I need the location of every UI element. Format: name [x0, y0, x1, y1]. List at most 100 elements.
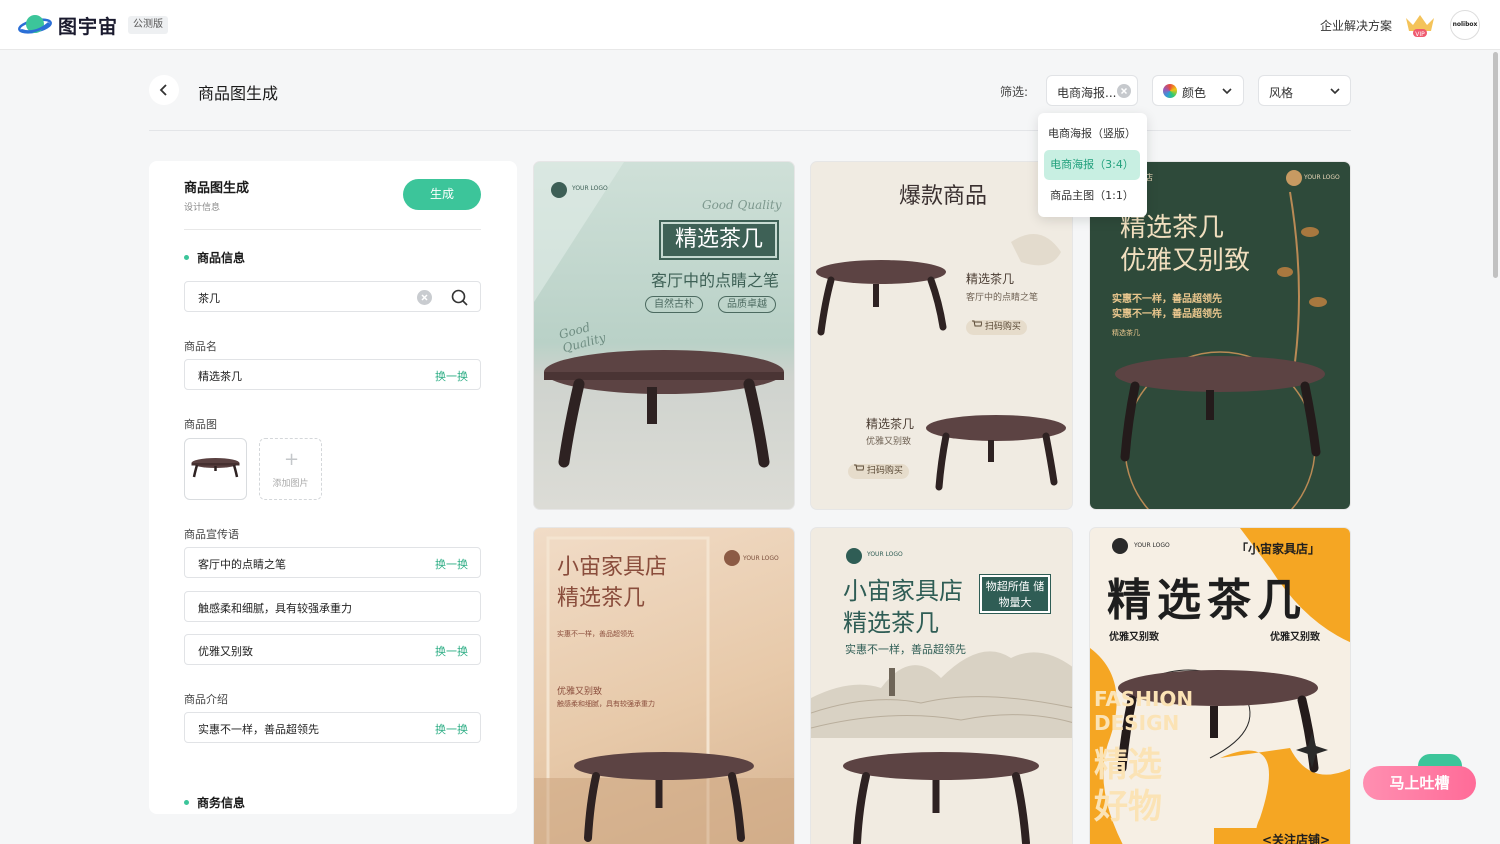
design-info-panel: 商品图生成 设计信息 生成 商品信息 茶几 商品名 精选茶几 换一换 商品图 +… [149, 161, 517, 814]
brand-name[interactable]: 图宇宙 [58, 12, 118, 39]
swap-slogan-1-button[interactable]: 换一换 [435, 556, 468, 572]
poster-1-title-frame: 精选茶几 [659, 220, 779, 260]
product-name-label: 商品名 [184, 340, 217, 353]
logo-icon [846, 548, 862, 564]
panel-divider [184, 229, 481, 230]
chevron-down-icon [1222, 88, 1232, 95]
slogan-label: 商品宣传语 [184, 528, 239, 541]
product-search-value: 茶几 [198, 292, 220, 305]
swap-intro-button[interactable]: 换一换 [435, 721, 468, 737]
poster-2-sub-2: 优雅又别致 [866, 437, 912, 447]
dropdown-option-poster-3-4[interactable]: 电商海报（3:4） [1044, 150, 1140, 180]
planet-logo-icon[interactable] [18, 11, 52, 39]
slogan-value-2: 触感柔和细腻，具有较强承重力 [198, 602, 352, 615]
poster-3-line-2: 优雅又别致 [1120, 246, 1251, 276]
coffee-table-image [191, 458, 240, 478]
poster-6-shop: 「小宙家具店」 [1236, 542, 1321, 556]
poster-5-line-2: 精选茶几 [843, 609, 939, 637]
logo-icon [724, 550, 740, 566]
filter-style-select[interactable]: 风格 [1258, 75, 1351, 106]
poster-6-logo-text: YOUR LOGO [1134, 542, 1170, 549]
vip-badge-text: VIP [1415, 31, 1425, 38]
cart-icon [854, 464, 865, 471]
product-intro-value: 实惠不一样，善品超领先 [198, 723, 319, 736]
slogan-value-3: 优雅又别致 [198, 645, 253, 658]
poster-2-headline: 爆款商品 [899, 184, 988, 209]
poster-card-4[interactable]: YOUR LOGO 小宙家具店 精选茶几 实惠不一样，善品超领先 优雅又别致 触… [533, 527, 795, 844]
filter-color-label: 颜色 [1182, 86, 1207, 100]
enterprise-solutions-link[interactable]: 企业解决方案 [1320, 17, 1392, 34]
poster-6-bg-text-1: FASHION [1094, 687, 1194, 711]
filter-label: 筛选: [1000, 85, 1029, 99]
product-image-label: 商品图 [184, 418, 217, 431]
poster-6-bg-text-2: DESIGN [1094, 711, 1180, 735]
filter-color-select[interactable]: 颜色 [1152, 75, 1244, 106]
page-scrollbar[interactable] [1493, 52, 1498, 278]
poster-3-promo-2: 实惠不一样，善品超领先 [1112, 309, 1222, 320]
page-title: 商品图生成 [198, 84, 279, 103]
product-intro-label: 商品介绍 [184, 693, 228, 706]
clear-filter-icon[interactable] [1117, 84, 1131, 98]
feedback-button[interactable]: 马上吐槽 [1363, 766, 1476, 800]
poster-1-tag-2: 品质卓越 [718, 296, 776, 313]
product-search-input[interactable]: 茶几 [184, 281, 481, 312]
slogan-value-1: 客厅中的点睛之笔 [198, 558, 286, 571]
poster-3-small-text: 精选茶几 [1112, 329, 1140, 337]
beta-badge: 公测版 [128, 16, 168, 34]
logo-icon [551, 182, 567, 198]
vip-crown-icon[interactable]: VIP [1404, 12, 1436, 38]
poster-6-bg-text-4: 好物 [1094, 787, 1162, 827]
poster-4-logo-text: YOUR LOGO [743, 555, 779, 562]
avatar[interactable]: nolibox [1450, 10, 1480, 40]
header-divider [149, 130, 1351, 131]
dropdown-option-poster-vertical[interactable]: 电商海报（竖版） [1044, 119, 1140, 149]
slogan-field-2[interactable]: 触感柔和细腻，具有较强承重力 [184, 591, 481, 622]
section-product-info: 商品信息 [184, 249, 245, 266]
poster-card-2[interactable]: 爆款商品 精选茶几 客厅中的点睛之笔 扫码购买 精选茶几 优雅又别致 扫码购买 [810, 161, 1073, 510]
product-name-value: 精选茶几 [198, 370, 242, 383]
poster-1-title: 精选茶几 [663, 224, 775, 256]
poster-2-buy-2: 扫码购买 [848, 464, 909, 479]
poster-2-name-2: 精选茶几 [866, 417, 915, 431]
swap-name-button[interactable]: 换一换 [435, 368, 468, 384]
logo-icon [1286, 170, 1302, 186]
poster-6-bg-text-3: 精选 [1094, 745, 1162, 785]
poster-6-title: 精选茶几 [1107, 575, 1307, 626]
poster-5-promo: 实惠不一样，善品超领先 [845, 643, 966, 656]
swap-slogan-3-button[interactable]: 换一换 [435, 643, 468, 659]
back-button[interactable] [149, 75, 179, 105]
poster-card-6[interactable]: YOUR LOGO 「小宙家具店」 精选茶几 优雅又别致 优雅又别致 FASHI… [1089, 527, 1351, 844]
poster-card-1[interactable]: YOUR LOGO Good Quality 精选茶几 客厅中的点睛之笔 自然古… [533, 161, 795, 510]
poster-4-line-2: 精选茶几 [557, 586, 646, 611]
poster-6-right-text: 优雅又别致 [1270, 632, 1320, 643]
cart-icon [972, 320, 983, 327]
poster-5-logo-text: YOUR LOGO [867, 551, 903, 558]
poster-2-buy-text-1: 扫码购买 [984, 322, 1021, 332]
clear-search-icon[interactable] [417, 290, 432, 305]
panel-subtitle: 设计信息 [184, 203, 221, 213]
poster-card-5[interactable]: YOUR LOGO 小宙家具店 精选茶几 物超所值 储物量大 实惠不一样，善品超… [810, 527, 1073, 844]
chevron-down-icon [1330, 88, 1340, 95]
filter-type-value: 电商海报... [1057, 86, 1117, 100]
poster-5-line-1: 小宙家具店 [843, 577, 963, 605]
product-intro-field[interactable]: 实惠不一样，善品超领先 换一换 [184, 712, 481, 743]
dropdown-option-main-image-1-1[interactable]: 商品主图（1:1） [1044, 181, 1140, 211]
poster-2-artwork [816, 234, 1066, 491]
search-icon[interactable] [451, 289, 468, 306]
poster-3-logo-text: YOUR LOGO [1304, 174, 1340, 181]
logo-icon [1112, 538, 1128, 554]
add-image-button[interactable]: + 添加图片 [259, 438, 322, 500]
poster-4-promo: 实惠不一样，善品超领先 [557, 630, 634, 638]
generate-button[interactable]: 生成 [403, 179, 481, 210]
panel-title: 商品图生成 [184, 181, 250, 196]
poster-1-tag-1: 自然古朴 [645, 296, 703, 313]
product-image-thumbnail[interactable] [184, 438, 247, 500]
poster-4-sub: 优雅又别致 [557, 687, 603, 697]
poster-1-good-quality: Good Quality [702, 198, 782, 212]
poster-3-promo-1: 实惠不一样，善品超领先 [1112, 294, 1222, 305]
filter-type-select[interactable]: 电商海报... [1046, 75, 1138, 106]
slogan-field-1[interactable]: 客厅中的点睛之笔 换一换 [184, 547, 481, 578]
product-name-field[interactable]: 精选茶几 换一换 [184, 359, 481, 390]
slogan-field-3[interactable]: 优雅又别致 换一换 [184, 634, 481, 665]
section-business-info: 商务信息 [184, 794, 245, 811]
